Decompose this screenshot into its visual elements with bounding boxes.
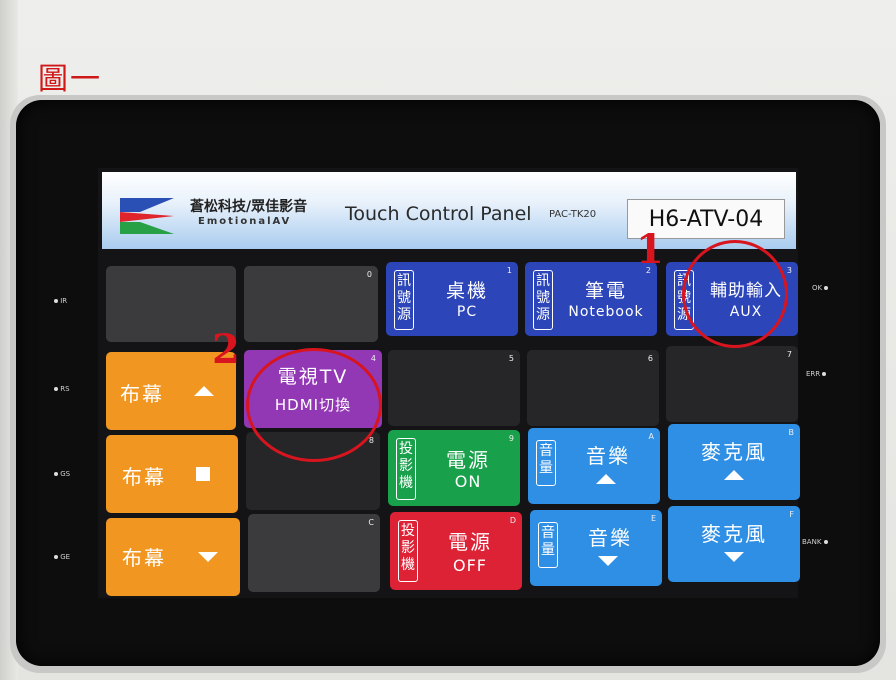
- blank-button-6[interactable]: 6: [527, 350, 659, 426]
- volume-tag: 音量: [538, 522, 558, 568]
- annotation-number-2: 2: [212, 326, 240, 373]
- annotation-circle-tv: [246, 348, 382, 462]
- indicator-err: ERR: [806, 370, 827, 378]
- projector-tag: 投影機: [396, 438, 416, 500]
- projector-power-off-button[interactable]: D 投影機 電源 OFF: [390, 512, 522, 590]
- indicator-rs: RS: [54, 385, 70, 393]
- company-name-cn: 蒼松科技/眾佳影音: [190, 199, 308, 215]
- arrow-up-icon: [194, 386, 214, 396]
- blank-button-5[interactable]: 5: [388, 350, 520, 426]
- screen-stop-button[interactable]: 布幕: [106, 435, 238, 513]
- arrow-down-icon: [198, 552, 218, 562]
- signal-source-tag: 訊號源: [394, 270, 414, 330]
- projector-power-on-button[interactable]: 9 投影機 電源 ON: [388, 430, 520, 506]
- arrow-up-icon: [596, 474, 616, 484]
- panel-model: PAC-TK20: [549, 209, 597, 220]
- brand-logo-icon: [120, 198, 174, 234]
- music-volume-up-button[interactable]: A 音量 音樂: [528, 428, 660, 504]
- annotation-number-1: 1: [636, 226, 664, 273]
- music-volume-down-button[interactable]: E 音量 音樂: [530, 510, 662, 586]
- volume-tag: 音量: [536, 440, 556, 486]
- signal-source-tag: 訊號源: [533, 270, 553, 330]
- mic-volume-up-button[interactable]: B 麥克風: [668, 424, 800, 500]
- company-name-en: EmotionalAV: [198, 216, 292, 227]
- blank-button-7[interactable]: 7: [666, 346, 798, 422]
- blank-button-c[interactable]: C: [248, 514, 380, 592]
- mic-volume-down-button[interactable]: F 麥克風: [668, 506, 800, 582]
- indicator-ir: IR: [54, 297, 67, 305]
- desktop-pc-button[interactable]: 1 訊號源 桌機 PC: [386, 262, 518, 336]
- indicator-ok: OK: [812, 284, 829, 292]
- arrow-down-icon: [598, 556, 618, 566]
- annotation-circle-aux: [682, 240, 788, 348]
- stop-icon: [196, 467, 210, 481]
- screen-down-button[interactable]: 布幕: [106, 518, 240, 596]
- blank-button-0[interactable]: 0: [244, 266, 378, 342]
- arrow-up-icon: [724, 470, 744, 480]
- indicator-gs: GS: [54, 470, 70, 478]
- arrow-down-icon: [724, 552, 744, 562]
- indicator-bank: BANK: [802, 538, 828, 546]
- indicator-ge: GE: [54, 553, 70, 561]
- notebook-button[interactable]: 2 訊號源 筆電 Notebook: [525, 262, 657, 336]
- projector-tag: 投影機: [398, 520, 418, 582]
- figure-label: 圖一: [38, 62, 102, 97]
- panel-title: Touch Control Panel: [345, 203, 532, 225]
